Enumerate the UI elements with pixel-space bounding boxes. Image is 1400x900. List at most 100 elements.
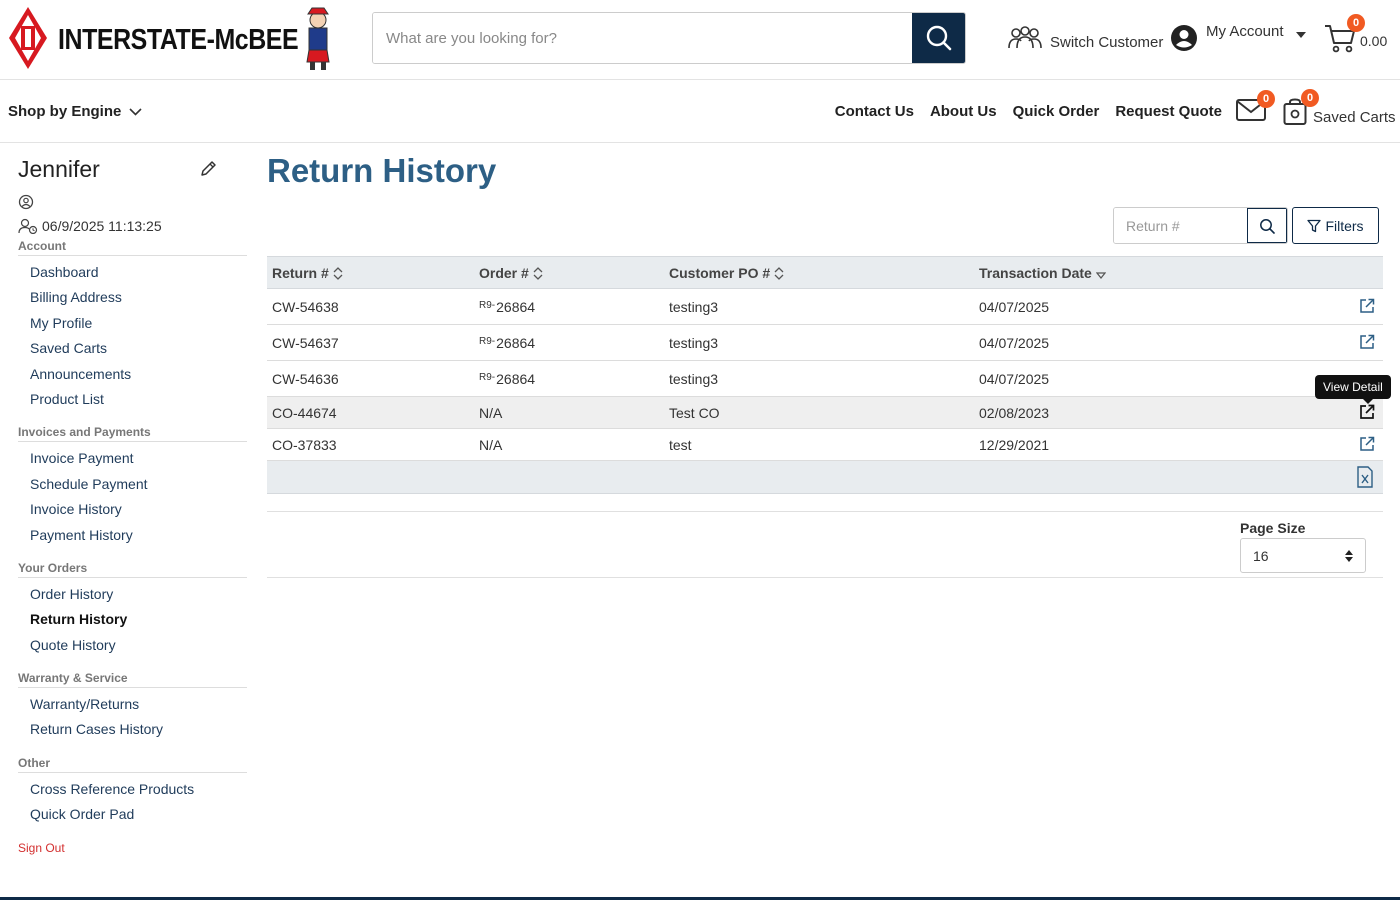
logo-diamond-icon xyxy=(9,7,47,69)
customer-po: test xyxy=(669,437,692,453)
sidebar-heading-warranty: Warranty & Service xyxy=(18,671,247,689)
search-input[interactable] xyxy=(373,13,912,63)
customer-po: testing3 xyxy=(669,371,719,387)
order-number-cell: N/A xyxy=(479,437,502,453)
chevron-down-icon xyxy=(129,107,142,116)
user-name-row: Jennifer xyxy=(18,150,247,188)
sidebar-item-billing-address[interactable]: Billing Address xyxy=(18,285,247,310)
pager-divider-bottom xyxy=(267,577,1383,578)
returns-table: Return # Order # Customer PO # Transacti… xyxy=(267,256,1383,494)
page-title: Return History xyxy=(267,152,497,189)
sidebar-item-schedule-payment[interactable]: Schedule Payment xyxy=(18,472,247,497)
my-account-menu[interactable]: My Account xyxy=(1170,18,1306,58)
column-transaction-date[interactable]: Transaction Date xyxy=(979,265,1106,281)
brand-name: INTERSTATE-McBEE xyxy=(58,24,299,56)
cart-total: 0.00 xyxy=(1360,33,1388,49)
cart-count-badge: 0 xyxy=(1347,14,1365,32)
sidebar-item-invoice-history[interactable]: Invoice History xyxy=(18,497,247,522)
view-detail-tooltip: View Detail xyxy=(1315,375,1391,404)
nav-about-us[interactable]: About Us xyxy=(930,103,997,120)
main-nav: Shop by Engine Contact Us About Us Quick… xyxy=(0,81,1400,143)
sidebar-item-invoice-payment[interactable]: Invoice Payment xyxy=(18,446,247,471)
sidebar-item-saved-carts[interactable]: Saved Carts xyxy=(18,336,247,361)
external-link-icon[interactable] xyxy=(1359,404,1375,420)
search-button[interactable] xyxy=(912,13,965,63)
table-row[interactable]: CW-54636 R9-26864 testing3 04/07/2025 xyxy=(267,361,1383,397)
sidebar-item-quick-order-pad[interactable]: Quick Order Pad xyxy=(18,802,247,827)
table-row[interactable]: CO-44674 N/A Test CO 02/08/2023 xyxy=(267,397,1383,429)
sidebar-item-order-history[interactable]: Order History xyxy=(18,582,247,607)
brand-logo[interactable]: INTERSTATE-McBEE xyxy=(8,6,338,72)
nav-quick-order[interactable]: Quick Order xyxy=(1013,103,1100,120)
return-search-input[interactable] xyxy=(1114,208,1247,243)
pencil-edit-icon[interactable] xyxy=(199,160,217,178)
user-clock-icon xyxy=(18,218,38,234)
sort-descending-icon xyxy=(1095,271,1106,279)
order-number: 26864 xyxy=(496,335,536,351)
sidebar-item-return-cases-history[interactable]: Return Cases History xyxy=(18,717,247,742)
top-header: INTERSTATE-McBEE Switch Custome xyxy=(0,0,1400,80)
table-row[interactable]: CW-54638 R9-26864 testing3 04/07/2025 xyxy=(267,289,1383,325)
site-search xyxy=(372,12,966,64)
nav-request-quote[interactable]: Request Quote xyxy=(1115,103,1222,120)
order-number: N/A xyxy=(479,437,503,453)
sidebar-heading-orders: Your Orders xyxy=(18,561,247,578)
nav-links: Contact Us About Us Quick Order Request … xyxy=(835,103,1222,120)
sidebar-item-return-history[interactable]: Return History xyxy=(18,607,247,632)
order-number-cell: N/A xyxy=(479,405,502,421)
customer-po: testing3 xyxy=(669,335,719,351)
mascot-icon xyxy=(306,7,330,70)
customer-po: Test CO xyxy=(669,405,720,421)
nav-contact-us[interactable]: Contact Us xyxy=(835,103,914,120)
pager-divider-top xyxy=(267,511,1383,512)
sidebar-item-payment-history[interactable]: Payment History xyxy=(18,523,247,548)
account-sidebar: Jennifer 06/9/2025 11:13:25 Account Dash… xyxy=(18,150,247,855)
sidebar-item-cross-reference[interactable]: Cross Reference Products xyxy=(18,777,247,802)
transaction-date: 02/08/2023 xyxy=(979,405,1050,421)
table-row[interactable]: CO-37833 N/A test 12/29/2021 xyxy=(267,429,1383,461)
sidebar-item-dashboard[interactable]: Dashboard xyxy=(18,260,247,285)
table-footer xyxy=(267,461,1383,494)
column-customer-po[interactable]: Customer PO # xyxy=(669,265,784,281)
sign-out-link[interactable]: Sign Out xyxy=(18,841,247,855)
sidebar-item-product-list[interactable]: Product List xyxy=(18,387,247,412)
sidebar-item-announcements[interactable]: Announcements xyxy=(18,362,247,387)
external-link-icon[interactable] xyxy=(1359,334,1375,350)
cart-button[interactable]: 0.00 0 xyxy=(1324,14,1388,56)
switch-customer-button[interactable]: Switch Customer xyxy=(1008,22,1163,56)
order-prefix: R9- xyxy=(479,336,496,347)
filters-button[interactable]: Filters xyxy=(1292,207,1379,244)
saved-carts-button[interactable]: Saved Carts 0 xyxy=(1283,89,1396,126)
return-search-button[interactable] xyxy=(1247,208,1287,243)
messages-button[interactable]: 0 xyxy=(1236,90,1275,126)
user-icon-row xyxy=(18,194,247,210)
shop-by-engine-menu[interactable]: Shop by Engine xyxy=(8,103,142,120)
funnel-icon xyxy=(1307,219,1322,232)
page-size-value: 16 xyxy=(1253,547,1269,564)
messages-count-badge: 0 xyxy=(1257,90,1275,108)
user-circle-icon xyxy=(18,194,34,210)
order-number-cell: R9-26864 xyxy=(479,299,535,315)
column-order-number-label: Order # xyxy=(479,265,529,281)
page-size-select[interactable]: 16 xyxy=(1240,538,1366,573)
column-order-number[interactable]: Order # xyxy=(479,265,543,281)
sidebar-item-quote-history[interactable]: Quote History xyxy=(18,633,247,658)
select-arrows-icon xyxy=(1345,549,1353,562)
column-return-number[interactable]: Return # xyxy=(272,265,343,281)
external-link-icon[interactable] xyxy=(1359,298,1375,314)
my-account-label: My Account xyxy=(1206,23,1284,40)
table-row[interactable]: CW-54637 R9-26864 testing3 04/07/2025 xyxy=(267,325,1383,361)
sidebar-section-orders: Your Orders Order History Return History… xyxy=(18,561,247,658)
sidebar-item-my-profile[interactable]: My Profile xyxy=(18,311,247,336)
sidebar-section-account: Account Dashboard Billing Address My Pro… xyxy=(18,239,247,412)
excel-export-icon[interactable] xyxy=(1357,466,1373,488)
transaction-date: 04/07/2025 xyxy=(979,371,1050,387)
sort-icon xyxy=(774,266,784,280)
column-return-number-label: Return # xyxy=(272,265,329,281)
sidebar-section-warranty: Warranty & Service Warranty/Returns Retu… xyxy=(18,671,247,743)
order-prefix: R9- xyxy=(479,372,496,383)
external-link-icon[interactable] xyxy=(1359,436,1375,452)
return-number: CO-37833 xyxy=(272,437,337,453)
sidebar-item-warranty-returns[interactable]: Warranty/Returns xyxy=(18,692,247,717)
transaction-date: 12/29/2021 xyxy=(979,437,1050,453)
